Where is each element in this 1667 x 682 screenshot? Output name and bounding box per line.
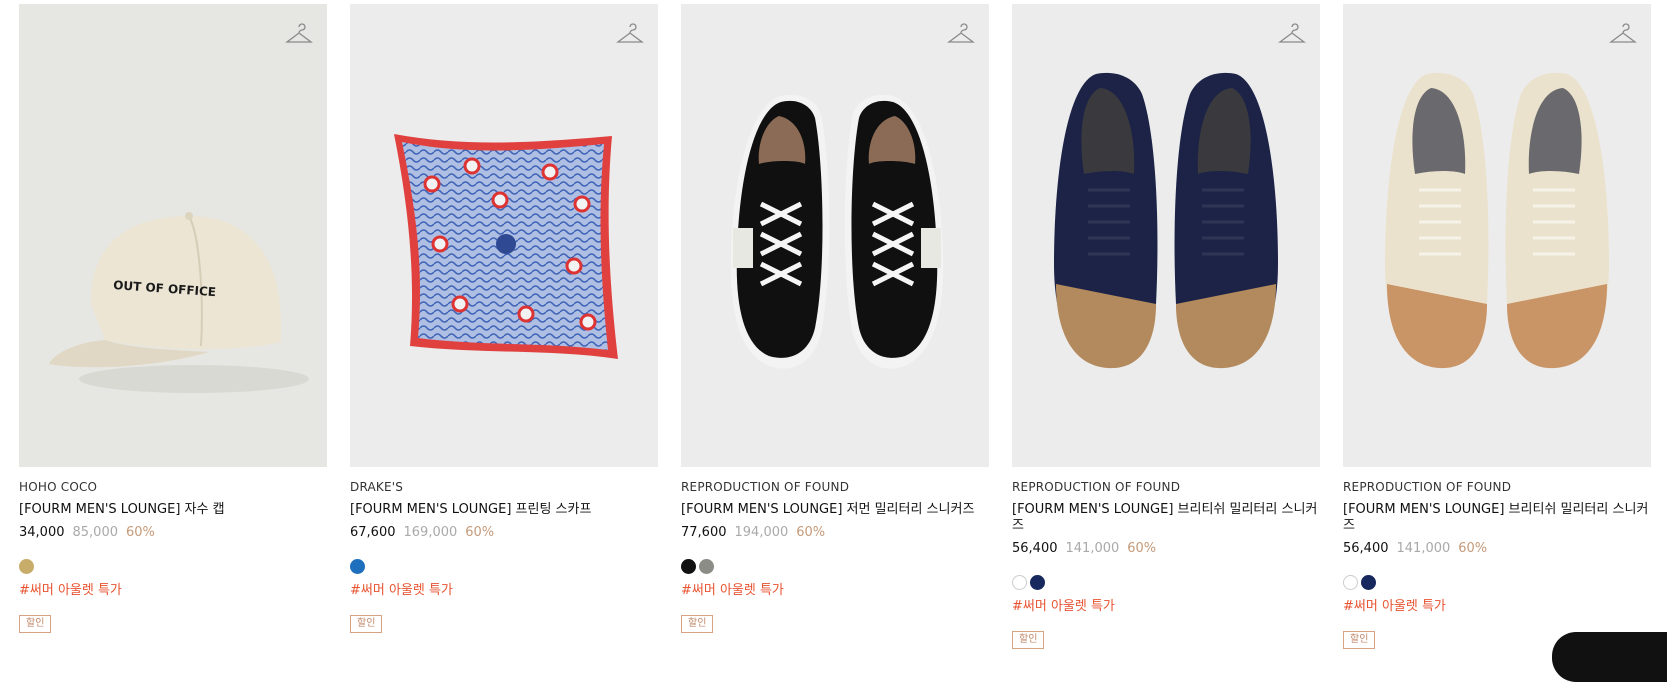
product-brand[interactable]: REPRODUCTION OF FOUND <box>681 479 989 495</box>
sale-price: 67,600 <box>350 525 396 540</box>
hanger-icon[interactable] <box>285 22 313 46</box>
product-info: REPRODUCTION OF FOUND [FOURM MEN'S LOUNG… <box>1343 479 1651 649</box>
price-row: 67,600 169,000 60% <box>350 525 658 541</box>
product-image[interactable] <box>350 4 658 467</box>
sneaker-photo <box>1012 4 1320 467</box>
floating-action-button[interactable] <box>1552 632 1667 682</box>
promo-tag[interactable]: #써머 아울렛 특가 <box>1343 599 1651 615</box>
promo-tag[interactable]: #써머 아울렛 특가 <box>1012 599 1320 615</box>
product-info: REPRODUCTION OF FOUND [FOURM MEN'S LOUNG… <box>1012 479 1320 649</box>
sale-badge: 할인 <box>1343 631 1376 649</box>
product-info: HOHO COCO [FOURM MEN'S LOUNGE] 자수 캡 34,0… <box>19 479 327 633</box>
product-image[interactable]: OUT OF OFFICE <box>19 4 327 467</box>
color-swatch[interactable] <box>1012 575 1027 590</box>
product-image[interactable] <box>1012 4 1320 467</box>
discount-rate: 60% <box>796 525 826 540</box>
promo-tag[interactable]: #써머 아울렛 특가 <box>19 583 327 599</box>
sale-price: 77,600 <box>681 525 727 540</box>
original-price: 141,000 <box>1396 541 1451 556</box>
color-swatches <box>681 559 989 574</box>
product-brand[interactable]: REPRODUCTION OF FOUND <box>1012 479 1320 495</box>
product-name[interactable]: [FOURM MEN'S LOUNGE] 저먼 밀리터리 스니커즈 <box>681 502 989 518</box>
color-swatch[interactable] <box>1030 575 1045 590</box>
original-price: 169,000 <box>403 525 458 540</box>
sale-badge: 할인 <box>1012 631 1045 649</box>
cap-photo: OUT OF OFFICE <box>19 4 327 467</box>
product-info: REPRODUCTION OF FOUND [FOURM MEN'S LOUNG… <box>681 479 989 633</box>
sale-price: 34,000 <box>19 525 65 540</box>
hanger-icon[interactable] <box>1278 22 1306 46</box>
price-row: 56,400 141,000 60% <box>1343 541 1651 557</box>
original-price: 194,000 <box>734 525 789 540</box>
product-name[interactable]: [FOURM MEN'S LOUNGE] 브리티쉬 밀리터리 스니커즈 <box>1343 502 1651 534</box>
color-swatch[interactable] <box>681 559 696 574</box>
hanger-icon[interactable] <box>947 22 975 46</box>
color-swatches <box>1012 575 1320 590</box>
sale-badge: 할인 <box>681 615 714 633</box>
color-swatch[interactable] <box>1343 575 1358 590</box>
product-brand[interactable]: HOHO COCO <box>19 479 327 495</box>
hanger-icon[interactable] <box>1609 22 1637 46</box>
discount-rate: 60% <box>465 525 495 540</box>
product-image[interactable] <box>1343 4 1651 467</box>
color-swatch[interactable] <box>1361 575 1376 590</box>
product-name[interactable]: [FOURM MEN'S LOUNGE] 프린팅 스카프 <box>350 502 658 518</box>
product-card[interactable]: DRAKE'S [FOURM MEN'S LOUNGE] 프린팅 스카프 67,… <box>350 4 658 646</box>
price-row: 34,000 85,000 60% <box>19 525 327 541</box>
product-card[interactable]: REPRODUCTION OF FOUND [FOURM MEN'S LOUNG… <box>1343 4 1651 649</box>
product-name[interactable]: [FOURM MEN'S LOUNGE] 브리티쉬 밀리터리 스니커즈 <box>1012 502 1320 534</box>
promo-tag[interactable]: #써머 아울렛 특가 <box>350 583 658 599</box>
product-info: DRAKE'S [FOURM MEN'S LOUNGE] 프린팅 스카프 67,… <box>350 479 658 633</box>
hanger-icon[interactable] <box>616 22 644 46</box>
sale-badge: 할인 <box>19 615 52 633</box>
color-swatch[interactable] <box>699 559 714 574</box>
price-row: 77,600 194,000 60% <box>681 525 989 541</box>
product-name[interactable]: [FOURM MEN'S LOUNGE] 자수 캡 <box>19 502 327 518</box>
product-card[interactable]: REPRODUCTION OF FOUND [FOURM MEN'S LOUNG… <box>681 4 989 646</box>
color-swatch[interactable] <box>350 559 365 574</box>
scarf-photo <box>350 4 658 467</box>
product-card[interactable]: OUT OF OFFICE HOHO COCO [FOURM MEN'S LOU… <box>19 4 327 646</box>
sale-price: 56,400 <box>1343 541 1389 556</box>
discount-rate: 60% <box>1458 541 1488 556</box>
color-swatches <box>1343 575 1651 590</box>
sale-badge: 할인 <box>350 615 383 633</box>
product-image[interactable] <box>681 4 989 467</box>
product-brand[interactable]: DRAKE'S <box>350 479 658 495</box>
discount-rate: 60% <box>1127 541 1157 556</box>
product-grid: OUT OF OFFICE HOHO COCO [FOURM MEN'S LOU… <box>0 0 1667 682</box>
original-price: 141,000 <box>1065 541 1120 556</box>
color-swatch[interactable] <box>19 559 34 574</box>
sneaker-photo <box>681 4 989 467</box>
promo-tag[interactable]: #써머 아울렛 특가 <box>681 583 989 599</box>
sneaker-photo <box>1343 4 1651 467</box>
price-row: 56,400 141,000 60% <box>1012 541 1320 557</box>
product-card[interactable]: REPRODUCTION OF FOUND [FOURM MEN'S LOUNG… <box>1012 4 1320 649</box>
color-swatches <box>19 559 327 574</box>
product-brand[interactable]: REPRODUCTION OF FOUND <box>1343 479 1651 495</box>
color-swatches <box>350 559 658 574</box>
discount-rate: 60% <box>126 525 155 540</box>
original-price: 85,000 <box>72 525 119 540</box>
sale-price: 56,400 <box>1012 541 1058 556</box>
